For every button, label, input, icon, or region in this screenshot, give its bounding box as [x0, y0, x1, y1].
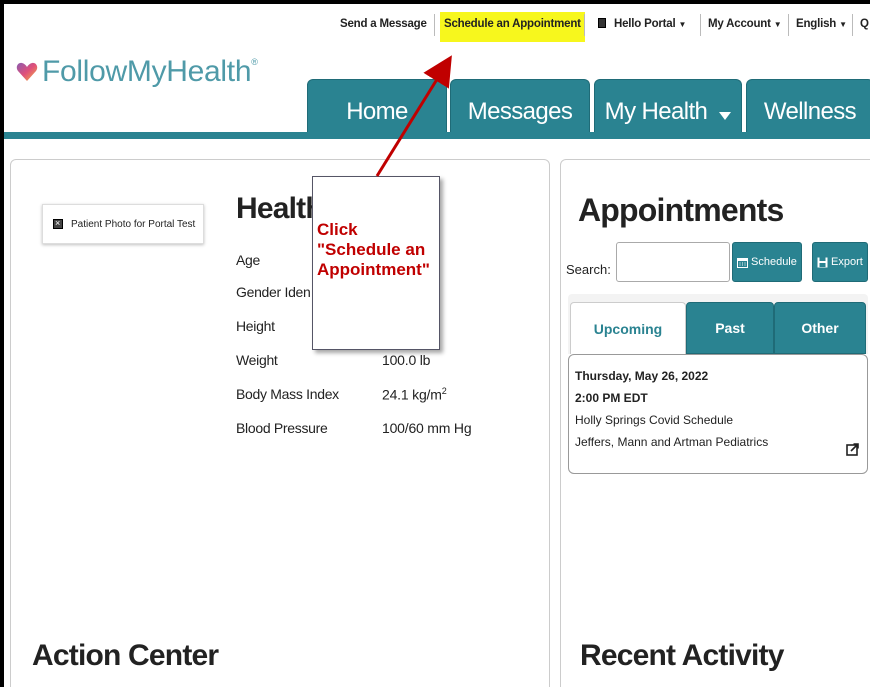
broken-image-icon	[53, 218, 63, 229]
nav-tab-messages-label: Messages	[467, 98, 573, 125]
chevron-down-icon: ▼	[773, 20, 782, 29]
appointments-search-input[interactable]	[616, 242, 730, 282]
schedule-appointment-link[interactable]: Schedule an Appointment	[440, 12, 585, 42]
appointment-card[interactable]: Thursday, May 26, 2022 2:00 PM EDT Holly…	[568, 354, 868, 474]
nav-tab-my-health-label: My Health	[604, 98, 708, 125]
health-label-blood-pressure: Blood Pressure	[236, 420, 328, 436]
nav-tab-wellness-label: Wellness	[763, 98, 857, 125]
health-label-age: Age	[236, 252, 261, 268]
nav-tab-home-label: Home	[346, 98, 408, 125]
divider	[434, 14, 435, 36]
send-message-link[interactable]: Send a Message	[340, 18, 427, 30]
health-value-blood-pressure: 100/60 mm Hg	[382, 420, 472, 436]
schedule-button[interactable]: Schedule	[732, 242, 802, 282]
my-account-menu[interactable]: My Account ▼	[708, 18, 782, 30]
health-value-weight: 100.0 lb	[382, 352, 431, 368]
bmi-unit-superscript: 2	[441, 386, 447, 396]
appointment-time: 2:00 PM EDT	[575, 391, 648, 405]
health-value-bmi: 24.1 kg/m2	[382, 386, 447, 403]
appointment-location: Holly Springs Covid Schedule	[575, 413, 734, 427]
health-label-weight: Weight	[236, 352, 278, 368]
health-label-gender: Gender Iden	[236, 284, 311, 300]
top-utility-bar: Send a Message Schedule an Appointment H…	[4, 4, 870, 48]
tutorial-callout: Click "Schedule an Appointment"	[312, 176, 440, 350]
nav-tab-messages[interactable]: Messages	[450, 79, 590, 134]
nav-underline	[4, 132, 870, 139]
external-link-icon[interactable]	[846, 443, 859, 456]
logo-wordmark: FollowMyHealth	[42, 55, 252, 88]
export-button-label: Export	[831, 256, 863, 268]
language-menu[interactable]: English ▼	[796, 18, 847, 30]
appointment-provider: Jeffers, Mann and Artman Pediatrics	[575, 435, 769, 449]
tab-upcoming[interactable]: Upcoming	[570, 302, 686, 354]
action-center-heading: Action Center	[32, 639, 219, 672]
tab-past[interactable]: Past	[686, 302, 774, 354]
schedule-button-label: Schedule	[751, 256, 797, 268]
recent-activity-heading: Recent Activity	[580, 639, 784, 672]
divider	[852, 14, 853, 36]
followmyhealth-logo[interactable]: FollowMyHealth®	[16, 52, 258, 92]
nav-tab-my-health[interactable]: My Health	[594, 79, 742, 134]
save-icon	[817, 257, 828, 267]
health-label-height: Height	[236, 318, 275, 334]
my-account-label: My Account	[708, 18, 771, 30]
bmi-value-text: 24.1 kg/m	[382, 386, 442, 403]
chevron-down-icon: ▼	[678, 20, 687, 29]
health-heading: Health	[236, 192, 324, 225]
hello-portal-menu[interactable]: Hello Portal ▼	[598, 18, 686, 30]
health-label-bmi: Body Mass Index	[236, 386, 339, 402]
language-label: English	[796, 18, 837, 30]
divider	[700, 14, 701, 36]
calendar-icon	[737, 257, 748, 268]
overflow-link[interactable]: Q	[860, 18, 869, 30]
tab-other[interactable]: Other	[774, 302, 866, 354]
screenshot-frame: Send a Message Schedule an Appointment H…	[4, 4, 870, 687]
appointment-date: Thursday, May 26, 2022	[575, 369, 709, 383]
divider	[584, 14, 585, 36]
nav-tab-home[interactable]: Home	[307, 79, 447, 134]
hello-portal-label: Hello Portal	[614, 18, 676, 30]
nav-tab-wellness[interactable]: Wellness	[746, 79, 870, 134]
logo-text: FollowMyHealth®	[42, 55, 258, 89]
export-button[interactable]: Export	[812, 242, 868, 282]
patient-photo: Patient Photo for Portal Test	[42, 204, 204, 244]
chevron-down-icon	[719, 112, 732, 120]
chevron-down-icon: ▼	[839, 20, 847, 29]
heart-logo-icon	[16, 62, 38, 81]
divider	[788, 14, 789, 36]
registered-mark: ®	[251, 57, 258, 67]
search-label: Search:	[566, 262, 611, 277]
appointments-heading: Appointments	[578, 192, 784, 228]
user-photo-icon	[598, 18, 606, 28]
patient-photo-alt-text: Patient Photo for Portal Test	[71, 218, 196, 230]
